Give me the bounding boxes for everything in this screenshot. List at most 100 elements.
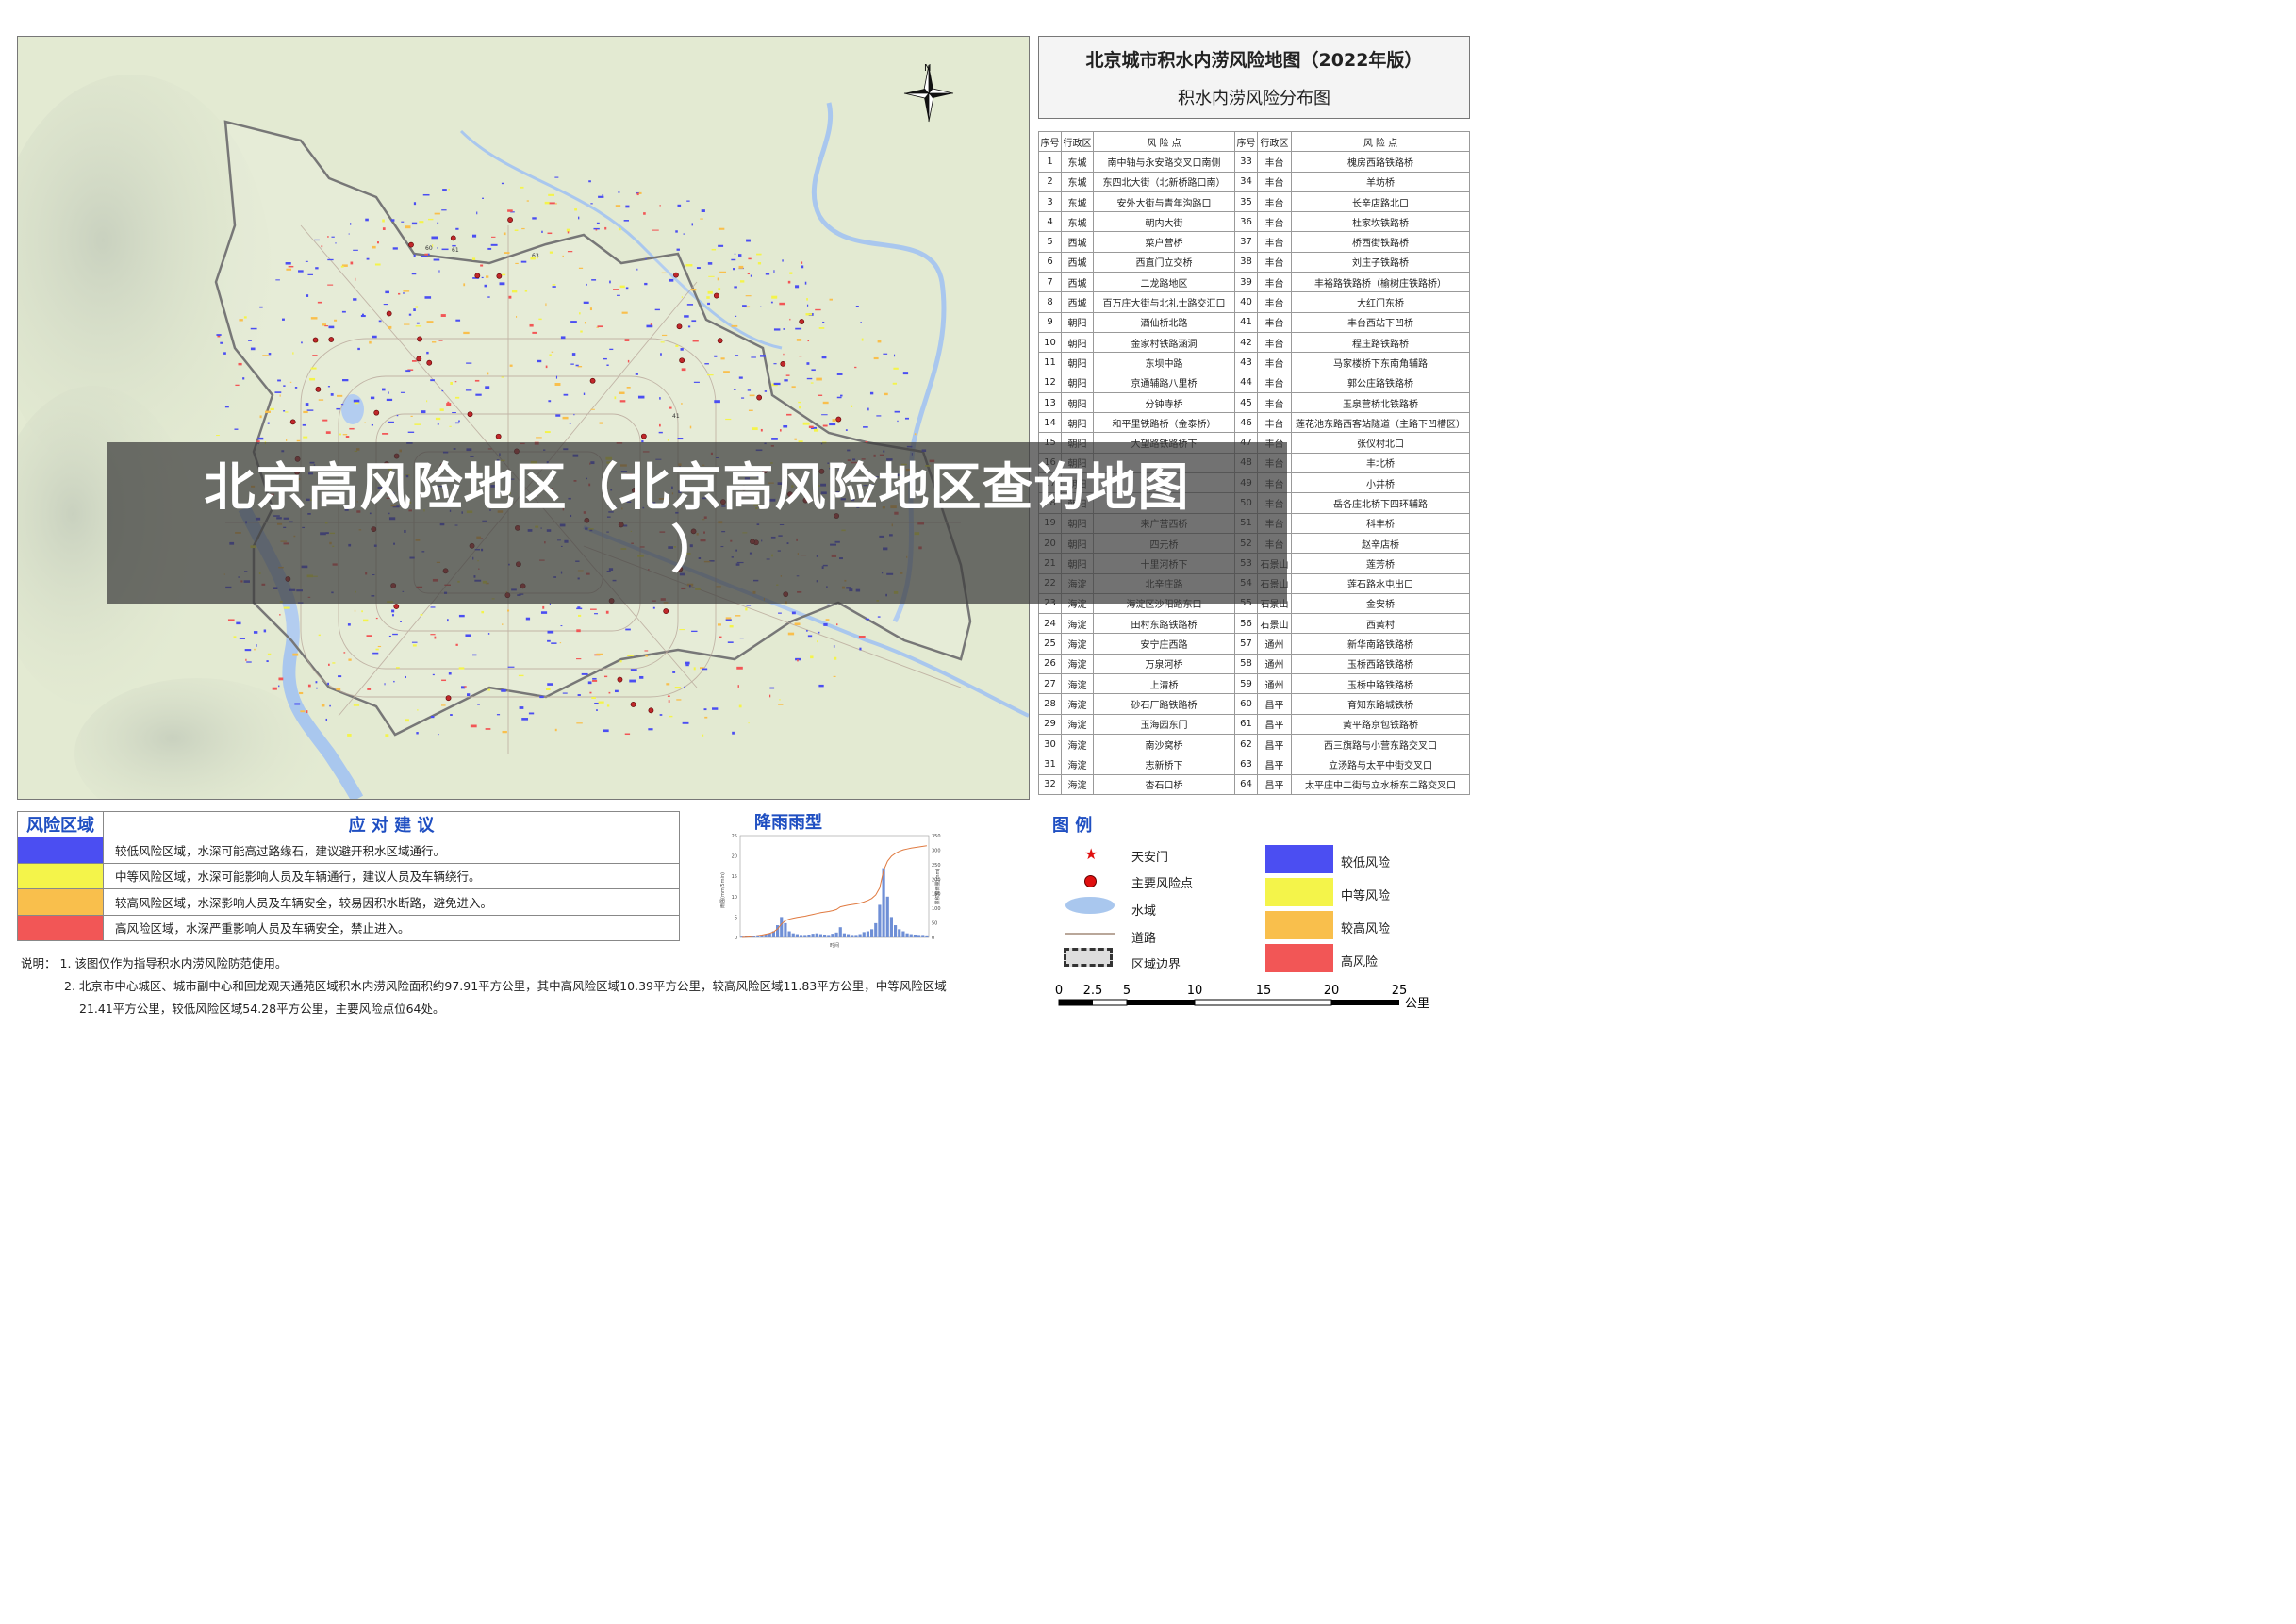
risk-patch [542, 605, 545, 609]
row-risk-point: 南沙窝桥 [1093, 733, 1235, 755]
risk-patch [877, 340, 882, 343]
risk-patch [388, 421, 394, 423]
risk-patch [685, 264, 693, 267]
rain-y2-tick: 50 [932, 921, 937, 927]
risk-patch [652, 229, 659, 231]
row-district: 丰台 [1257, 372, 1292, 393]
table-row: 4 东城 朝内大街 36 丰台 杜家坎铁路桥 [1038, 211, 1470, 233]
risk-patch [393, 680, 395, 683]
risk-patch [420, 614, 423, 616]
risk-patch [816, 377, 822, 381]
rain-bar [917, 935, 921, 937]
risk-patch [851, 405, 853, 407]
risk-patch [463, 283, 466, 287]
risk-patch [238, 362, 242, 366]
risk-patch [629, 679, 636, 683]
table-row: 25 海淀 安宁庄西路 57 通州 新华南路铁路桥 [1038, 633, 1470, 655]
risk-patch [499, 282, 505, 286]
risk-patch [347, 734, 352, 737]
row-number: 5 [1038, 231, 1062, 253]
risk-patch [815, 308, 821, 311]
road-icon [1065, 933, 1115, 935]
risk-patch [700, 218, 703, 220]
risk-patch [545, 303, 547, 307]
risk-patch [239, 638, 245, 639]
risk-patch [746, 239, 751, 242]
risk-patch [350, 261, 354, 265]
headline-line: ） [670, 520, 723, 579]
risk-patch [430, 634, 436, 636]
risk-patch [619, 391, 625, 394]
col-header-no: 序号 [1038, 130, 1062, 153]
risk-patch [424, 296, 432, 299]
risk-patch [854, 366, 857, 369]
risk-patch [400, 621, 402, 622]
row-risk-point: 志新桥下 [1093, 754, 1235, 775]
risk-patch [390, 219, 395, 222]
scale-tick: 15 [1256, 984, 1272, 998]
row-risk-point: 杜家坎铁路桥 [1291, 211, 1470, 233]
risk-patch [441, 248, 449, 251]
rain-y-label: 雨强(mm/5min) [720, 872, 726, 908]
row-risk-point: 黄平路京包铁路桥 [1291, 713, 1470, 735]
risk-patch [438, 340, 443, 341]
legend-label: 较高风险 [1341, 922, 1391, 936]
risk-patch [770, 301, 773, 304]
advice-header: 应 对 建 议 [103, 811, 680, 837]
higher-risk-swatch [1265, 911, 1333, 939]
risk-patch [450, 381, 453, 385]
table-row: 2 东城 东四北大街（北新桥路口南） 34 丰台 羊坊桥 [1038, 171, 1470, 192]
risk-patch [672, 671, 676, 673]
risk-patch [686, 304, 694, 306]
risk-patch [244, 649, 252, 652]
risk-patch [366, 257, 370, 260]
risk-patch [548, 202, 555, 205]
risk-map[interactable]: 60 61 63 41 N [17, 36, 1030, 800]
risk-point-marker [289, 419, 296, 425]
risk-patch [441, 209, 447, 211]
risk-patch [327, 236, 329, 238]
risk-patch [811, 369, 816, 372]
risk-patch [464, 686, 467, 688]
risk-patch [860, 322, 862, 323]
risk-patch [707, 290, 713, 294]
risk-patch [578, 216, 580, 220]
risk-patch [729, 624, 734, 628]
risk-patch [438, 734, 439, 736]
risk-patch [520, 186, 524, 189]
risk-patch [823, 622, 828, 626]
risk-patch [458, 614, 465, 618]
risk-patch [807, 340, 810, 342]
risk-patch [532, 217, 537, 220]
risk-patch [595, 229, 598, 231]
risk-patch [541, 230, 543, 233]
risk-patch [246, 661, 252, 663]
risk-patch [652, 606, 655, 609]
risk-patch [806, 377, 813, 380]
row-district: 海淀 [1061, 693, 1094, 715]
risk-patch [814, 428, 819, 432]
rain-y2-tick: 0 [932, 936, 934, 941]
risk-patch [340, 404, 344, 406]
row-risk-point: 东坝中路 [1093, 352, 1235, 373]
row-number: 30 [1038, 733, 1062, 755]
risk-point-marker [617, 676, 623, 683]
row-risk-point: 砂石厂路铁路桥 [1093, 693, 1235, 715]
risk-patch [342, 434, 348, 436]
risk-patch [321, 704, 325, 707]
risk-patch [902, 372, 909, 375]
risk-patch [487, 633, 490, 635]
row-number: 2 [1038, 171, 1062, 192]
rain-bar [795, 934, 799, 937]
map-point-label: 60 [425, 245, 433, 252]
row-district: 朝阳 [1061, 311, 1094, 333]
risk-patch [501, 376, 504, 378]
row-risk-point: 安外大街与青年沟路口 [1093, 191, 1235, 213]
risk-patch [719, 271, 727, 273]
risk-patch [552, 284, 556, 286]
risk-patch [487, 372, 489, 375]
table-row: 9 朝阳 酒仙桥北路 41 丰台 丰台西站下凹桥 [1038, 311, 1470, 333]
risk-patch [773, 270, 775, 273]
row-risk-point: 立汤路与太平中街交叉口 [1291, 754, 1470, 775]
risk-patch [619, 400, 626, 403]
